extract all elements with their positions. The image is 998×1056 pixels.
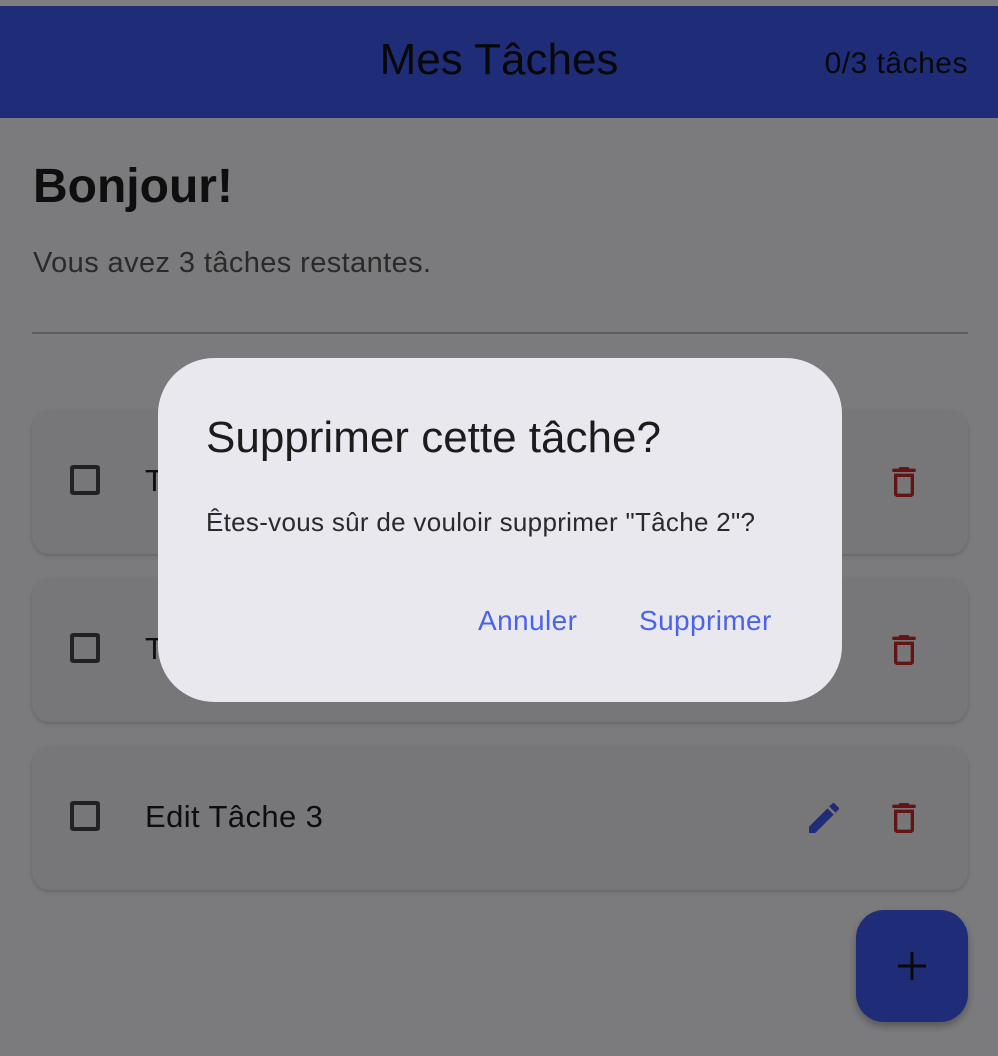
cancel-button[interactable]: Annuler: [478, 604, 577, 638]
app-screen: Mes Tâches 0/3 tâches Bonjour! Vous avez…: [0, 0, 998, 1056]
delete-confirm-dialog: Supprimer cette tâche? Êtes-vous sûr de …: [158, 358, 842, 702]
confirm-delete-button[interactable]: Supprimer: [639, 604, 772, 638]
dialog-message: Êtes-vous sûr de vouloir supprimer "Tâch…: [206, 507, 756, 537]
dialog-title: Supprimer cette tâche?: [206, 413, 661, 462]
